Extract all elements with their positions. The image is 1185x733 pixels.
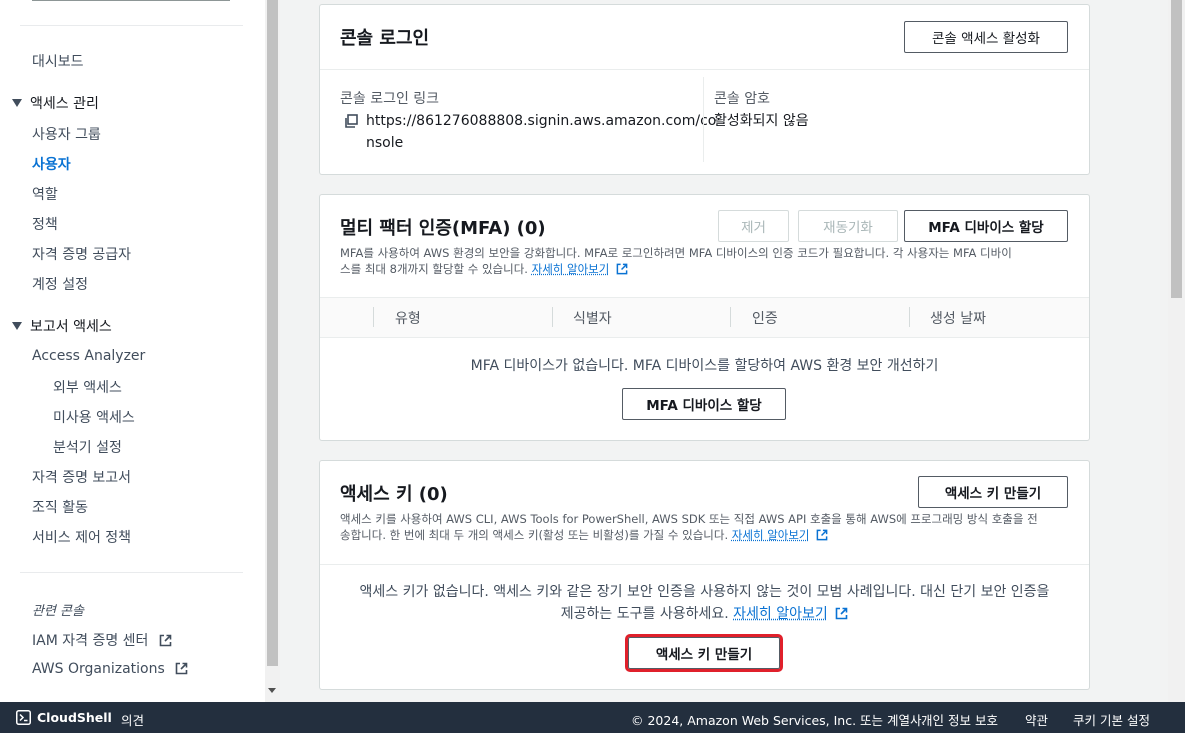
privacy-link[interactable]: 개인 정보 보호: [921, 710, 998, 729]
access-keys-description: 액세스 키를 사용하여 AWS CLI, AWS Tools for Power…: [340, 511, 1070, 543]
sidebar-item-users[interactable]: 사용자: [32, 154, 71, 174]
sidebar-item-organization-activity[interactable]: 조직 활동: [32, 497, 88, 517]
access-keys-empty-line: 액세스 키가 없습니다. 액세스 키와 같은 장기 보안 인증을 사용하지 않는…: [359, 584, 1050, 600]
sidebar-item-label: IAM 자격 증명 센터: [32, 633, 149, 649]
sidebar-divider: [20, 572, 243, 573]
console-login-title: 콘솔 로그인: [340, 28, 430, 49]
mfa-empty-text: MFA 디바이스가 없습니다. MFA 디바이스를 할당하여 AWS 환경 보안…: [470, 358, 939, 374]
sidebar-item-identity-providers[interactable]: 자격 증명 공급자: [32, 244, 131, 264]
sidebar-section-label: 보고서 액세스: [30, 319, 112, 335]
sidebar-item-iam-identity-center[interactable]: IAM 자격 증명 센터: [32, 630, 172, 650]
sidebar-related-title: 관련 콘솔: [32, 604, 84, 619]
sidebar-top-divider: [32, 0, 230, 1]
mfa-column-identifier[interactable]: 식별자: [573, 308, 612, 328]
mfa-description-line: MFA를 사용하여 AWS 환경의 보안을 강화합니다. MFA로 로그인하려면…: [340, 246, 1012, 260]
remove-mfa-button[interactable]: 제거: [718, 210, 789, 242]
mfa-title: 멀티 팩터 인증(MFA) (0): [340, 218, 546, 239]
sidebar-item-policies[interactable]: 정책: [32, 214, 58, 234]
sidebar-item-analyzer-settings[interactable]: 분석기 설정: [53, 437, 122, 457]
sidebar-item-access-analyzer[interactable]: Access Analyzer: [32, 348, 145, 364]
sidebar-section-access-reports[interactable]: 보고서 액세스: [12, 316, 112, 336]
assign-mfa-device-empty-button[interactable]: MFA 디바이스 할당: [622, 388, 786, 420]
enable-console-access-button[interactable]: 콘솔 액세스 활성화: [904, 21, 1068, 53]
access-keys-empty-text: 액세스 키가 없습니다. 액세스 키와 같은 장기 보안 인증을 사용하지 않는…: [320, 581, 1089, 625]
sidebar-item-user-groups[interactable]: 사용자 그룹: [32, 124, 101, 144]
console-password-label: 콘솔 암호: [714, 91, 770, 107]
external-link-icon[interactable]: [616, 263, 628, 275]
sidebar-item-external-access[interactable]: 외부 액세스: [53, 377, 122, 397]
page-scrollbar-thumb[interactable]: [1171, 0, 1182, 298]
external-link-icon[interactable]: [835, 607, 848, 620]
external-link-icon: [159, 634, 172, 647]
console-login-link-line: nsole: [366, 135, 404, 151]
sidebar-item-label: AWS Organizations: [32, 661, 165, 677]
access-keys-empty-learn-more-link[interactable]: 자세히 알아보기: [733, 606, 828, 622]
cloudshell-icon[interactable]: [16, 710, 31, 725]
sidebar-item-service-control-policies[interactable]: 서비스 제어 정책: [32, 527, 131, 547]
column-separator: [373, 307, 374, 327]
assign-mfa-device-button[interactable]: MFA 디바이스 할당: [904, 210, 1068, 242]
sidebar: 대시보드 액세스 관리 사용자 그룹 사용자 역할 정책 자격 증명 공급자 계…: [0, 0, 265, 702]
panel-divider: [320, 69, 1089, 70]
panel-divider: [320, 564, 1089, 565]
scroll-down-arrow-icon[interactable]: [268, 688, 276, 693]
create-access-key-header-button[interactable]: 액세스 키 만들기: [918, 476, 1068, 508]
panel-divider: [320, 337, 1089, 338]
external-link-icon[interactable]: [816, 529, 828, 541]
sidebar-divider: [20, 25, 243, 26]
mfa-panel: 멀티 팩터 인증(MFA) (0) 제거 재동기화 MFA 디바이스 할당 MF…: [320, 195, 1089, 440]
cloudshell-button[interactable]: CloudShell: [37, 710, 112, 725]
mfa-description-line: 스를 최대 8개까지 할당할 수 있습니다. 자세히 알아보기: [340, 261, 1070, 277]
mfa-learn-more-link[interactable]: 자세히 알아보기: [532, 262, 610, 276]
mfa-column-type[interactable]: 유형: [395, 308, 421, 328]
caret-down-icon: [12, 322, 22, 330]
access-keys-learn-more-link[interactable]: 자세히 알아보기: [732, 528, 810, 542]
create-access-key-button[interactable]: 액세스 키 만들기: [625, 634, 783, 672]
sidebar-item-roles[interactable]: 역할: [32, 184, 58, 204]
sidebar-item-aws-organizations[interactable]: AWS Organizations: [32, 661, 188, 677]
column-separator: [730, 307, 731, 327]
console-login-link-label: 콘솔 로그인 링크: [340, 91, 440, 107]
access-keys-description-text: 송합니다. 한 번에 최대 두 개의 액세스 키(활성 또는 비활성)를 가질 …: [340, 528, 729, 542]
access-keys-description-line: 액세스 키를 사용하여 AWS CLI, AWS Tools for Power…: [340, 512, 1038, 526]
resync-mfa-button[interactable]: 재동기화: [798, 210, 898, 242]
console-login-link-line: https://861276088808.signin.aws.amazon.c…: [366, 113, 717, 129]
console-login-panel: 콘솔 로그인 콘솔 액세스 활성화 콘솔 로그인 링크 https://8612…: [320, 5, 1089, 174]
cookie-preferences-link[interactable]: 쿠키 기본 설정: [1073, 710, 1150, 729]
feedback-button[interactable]: 의견: [121, 710, 144, 729]
access-keys-title: 액세스 키 (0): [340, 484, 448, 505]
copyright-text: © 2024, Amazon Web Services, Inc. 또는 계열사…: [631, 713, 926, 728]
access-keys-description-line: 송합니다. 한 번에 최대 두 개의 액세스 키(활성 또는 비활성)를 가질 …: [340, 527, 1070, 543]
bottom-bar: CloudShell 의견 © 2024, Amazon Web Service…: [0, 702, 1185, 733]
mfa-column-certification[interactable]: 인증: [752, 308, 778, 328]
sidebar-item-unused-access[interactable]: 미사용 액세스: [53, 407, 135, 427]
mfa-table-header: 유형 식별자 인증 생성 날짜: [320, 298, 1089, 337]
copy-icon[interactable]: [344, 114, 358, 128]
console-login-link[interactable]: https://861276088808.signin.aws.amazon.c…: [366, 110, 717, 154]
mfa-column-created-date[interactable]: 생성 날짜: [930, 308, 986, 328]
terms-link[interactable]: 약관: [1025, 710, 1048, 729]
column-separator: [909, 307, 910, 327]
mfa-description: MFA를 사용하여 AWS 환경의 보안을 강화합니다. MFA로 로그인하려면…: [340, 245, 1070, 277]
access-keys-empty-line: 제공하는 도구를 사용하세요. 자세히 알아보기: [320, 603, 1089, 625]
access-keys-panel: 액세스 키 (0) 액세스 키 만들기 액세스 키를 사용하여 AWS CLI,…: [320, 461, 1089, 689]
sidebar-scrollbar-thumb[interactable]: [267, 0, 278, 666]
sidebar-scrollbar[interactable]: [265, 0, 280, 702]
console-password-value: 활성화되지 않음: [714, 113, 809, 129]
mfa-description-text: 스를 최대 8개까지 할당할 수 있습니다.: [340, 262, 528, 276]
sidebar-item-dashboard[interactable]: 대시보드: [32, 51, 84, 71]
sidebar-item-credential-report[interactable]: 자격 증명 보고서: [32, 467, 131, 487]
column-separator: [552, 307, 553, 327]
sidebar-item-account-settings[interactable]: 계정 설정: [32, 274, 88, 294]
access-keys-empty-text-part: 제공하는 도구를 사용하세요.: [560, 606, 729, 622]
sidebar-section-access-management[interactable]: 액세스 관리: [12, 93, 99, 113]
page-scrollbar[interactable]: [1168, 0, 1185, 702]
field-separator: [703, 77, 704, 162]
sidebar-section-label: 액세스 관리: [30, 96, 99, 112]
caret-down-icon: [12, 99, 22, 107]
external-link-icon: [175, 662, 188, 675]
